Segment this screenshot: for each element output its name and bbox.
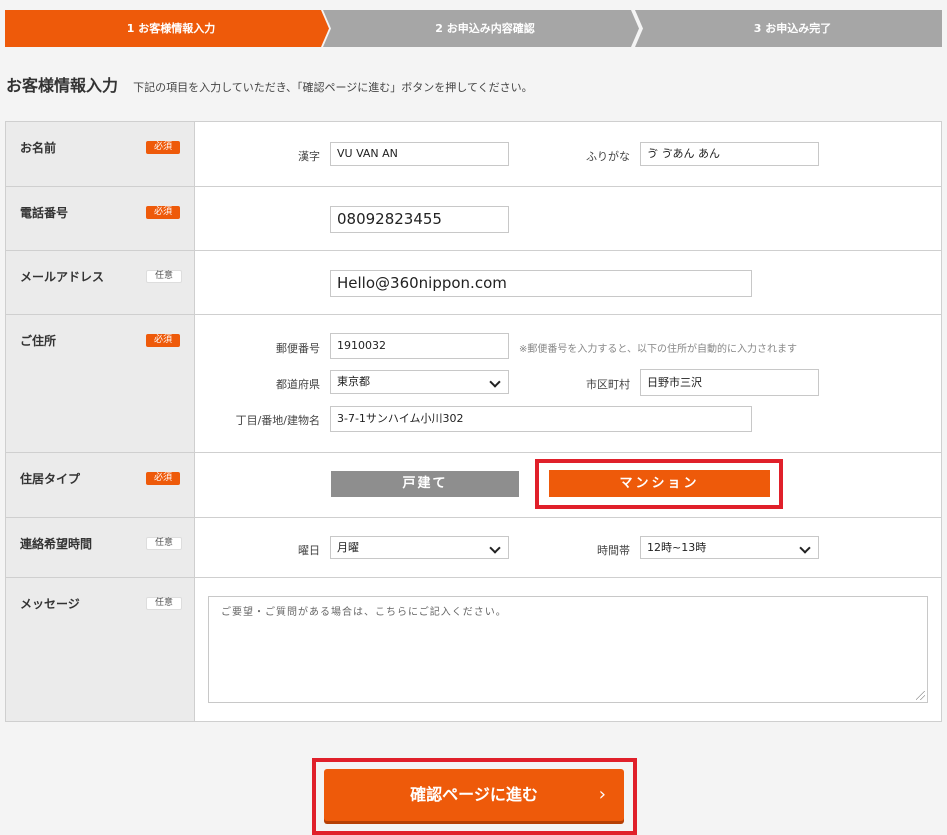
contact-time-label: 連絡希望時間	[20, 537, 93, 551]
optional-badge: 任意	[146, 597, 182, 610]
time-slot-label: 時間帯	[597, 544, 630, 557]
required-badge: 必須	[146, 472, 180, 485]
city-label: 市区町村	[586, 378, 630, 391]
progress-steps: 1 お客様情報入力 2 お申込み内容確認 3 お申込み完了	[5, 10, 942, 47]
street-input[interactable]: 3-7-1サンハイム小川302	[330, 406, 752, 432]
resize-grip-icon[interactable]	[916, 691, 925, 700]
furigana-label: ふりがな	[586, 150, 630, 163]
row-email: メールアドレス 任意 Hello@360nippon.com	[6, 251, 941, 315]
step-1-active: 1 お客様情報入力	[5, 10, 329, 47]
postal-code-label: 郵便番号	[276, 342, 320, 355]
page-title: お客様情報入力	[6, 76, 119, 95]
kanji-label: 漢字	[298, 150, 320, 163]
optional-badge: 任意	[146, 270, 182, 283]
phone-input[interactable]: 08092823455	[330, 206, 509, 233]
housing-detached-button[interactable]: 戸建て	[331, 471, 519, 497]
confirm-page-button-label: 確認ページに進む	[410, 785, 538, 804]
email-input[interactable]: Hello@360nippon.com	[330, 270, 752, 297]
row-contact-time: 連絡希望時間 任意 曜日 月曜 時間帯 12時~13時	[6, 518, 941, 578]
furigana-input[interactable]: ゔ ゔあん あん	[640, 142, 819, 166]
row-address: ご住所 必須 郵便番号 1910032 ※郵便番号を入力すると、以下の住所が自動…	[6, 315, 941, 453]
address-label: ご住所	[20, 334, 57, 348]
postal-code-note: ※郵便番号を入力すると、以下の住所が自動的に入力されます	[519, 344, 797, 355]
kanji-name-input[interactable]: VU VAN AN	[330, 142, 509, 166]
day-select[interactable]: 月曜	[330, 536, 509, 559]
required-badge: 必須	[146, 334, 180, 347]
row-phone: 電話番号 必須 08092823455	[6, 187, 941, 251]
phone-label: 電話番号	[20, 206, 69, 220]
time-slot-select[interactable]: 12時~13時	[640, 536, 819, 559]
message-label: メッセージ	[20, 597, 80, 611]
step-3: 3 お申込み完了	[635, 10, 942, 47]
day-label: 曜日	[298, 544, 320, 557]
housing-mansion-button[interactable]: マンション	[549, 470, 770, 497]
message-placeholder: ご要望・ご質問がある場合は、こちらにご記入ください。	[221, 607, 507, 618]
name-label: お名前	[20, 141, 57, 155]
row-name: お名前 必須 漢字 VU VAN AN ふりがな ゔ ゔあん あん	[6, 122, 941, 187]
confirm-page-button[interactable]: 確認ページに進む ›	[324, 769, 624, 821]
prefecture-select[interactable]: 東京都	[330, 370, 509, 394]
chevron-right-icon: ›	[598, 784, 606, 805]
email-label: メールアドレス	[20, 270, 105, 284]
required-badge: 必須	[146, 141, 180, 154]
city-input[interactable]: 日野市三沢	[640, 369, 819, 396]
postal-code-input[interactable]: 1910032	[330, 333, 509, 359]
prefecture-label: 都道府県	[276, 378, 320, 391]
page-description: 下記の項目を入力していただき、「確認ページに進む」ボタンを押してください。	[133, 81, 533, 94]
step-2: 2 お申込み内容確認	[323, 10, 639, 47]
optional-badge: 任意	[146, 537, 182, 550]
page-heading: お客様情報入力 下記の項目を入力していただき、「確認ページに進む」ボタンを押して…	[6, 72, 533, 96]
message-textarea[interactable]: ご要望・ご質問がある場合は、こちらにご記入ください。	[208, 596, 928, 703]
required-badge: 必須	[146, 206, 180, 219]
street-label: 丁目/番地/建物名	[235, 414, 320, 427]
housing-type-label: 住居タイプ	[20, 472, 81, 486]
